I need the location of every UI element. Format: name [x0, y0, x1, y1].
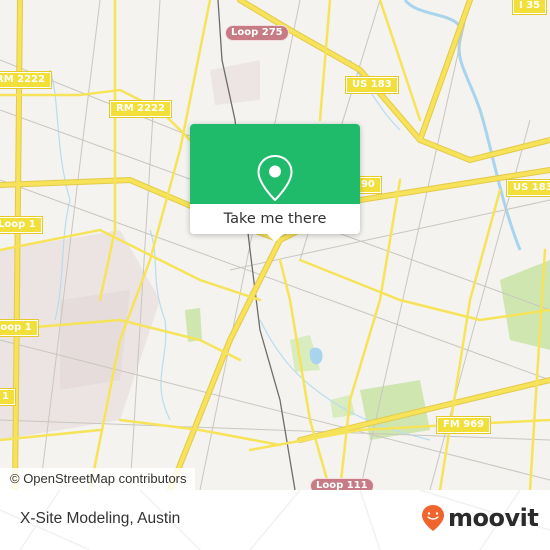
moovit-wordmark: moovit: [448, 504, 539, 532]
road-label-loop-1-north: Loop 1: [0, 216, 43, 234]
road-label-loop-275: Loop 275: [225, 25, 289, 41]
moovit-logo[interactable]: moovit: [420, 503, 539, 533]
map-attribution[interactable]: © OpenStreetMap contributors: [0, 468, 195, 490]
place-name: X-Site Modeling, Austin: [20, 510, 181, 527]
road-label-fm-969: FM 969: [435, 416, 492, 434]
popup-tail: [267, 234, 283, 242]
popup-header: [190, 124, 360, 204]
road-label-loop-111: Loop 111: [310, 478, 374, 490]
road-label-rm-2222: RM 2222: [109, 100, 172, 118]
map[interactable]: Loop 275 I 35 RM 2222 RM 2222 US 183 US …: [0, 0, 550, 490]
take-me-there-button[interactable]: Take me there: [190, 204, 360, 234]
footer-bar: X-Site Modeling, Austin moovit: [0, 490, 550, 550]
road-label-rm-2222-west: RM 2222: [0, 71, 52, 89]
road-label-us-183-east: US 183: [506, 179, 550, 197]
road-label-1: 1: [0, 388, 16, 406]
road-label-i-35: I 35: [511, 0, 548, 15]
map-pin-icon: [257, 154, 293, 202]
take-me-there-popup[interactable]: Take me there: [190, 124, 360, 242]
road-label-loop-1-south: Loop 1: [0, 319, 39, 337]
road-label-us-183-north: US 183: [345, 76, 399, 94]
moovit-pin-icon: [422, 505, 444, 531]
